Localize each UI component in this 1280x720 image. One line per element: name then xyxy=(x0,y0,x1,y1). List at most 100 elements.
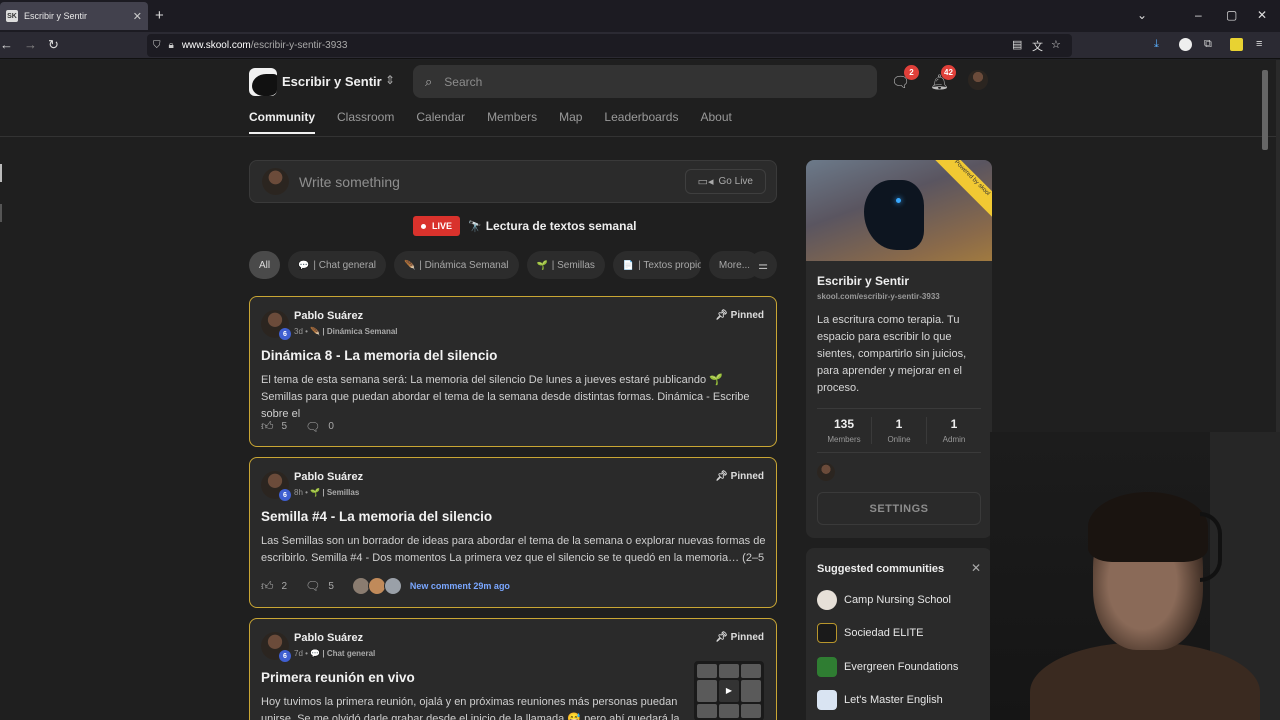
community-name[interactable]: Escribir y Sentir xyxy=(282,74,382,89)
settings-button[interactable]: SETTINGS xyxy=(817,492,981,525)
community-nav: Community Classroom Calendar Members Map… xyxy=(249,110,754,134)
browser-tab[interactable]: SK Escribir y Sentir ✕ xyxy=(0,2,148,30)
about-community-url[interactable]: skool.com/escribir-y-sentir-3933 xyxy=(817,292,940,301)
extension-clock-icon[interactable] xyxy=(1179,38,1192,51)
community-switcher-icon[interactable]: ⇕ xyxy=(385,73,395,87)
go-live-label: Go Live xyxy=(718,176,753,187)
post-card[interactable]: 6 Pablo Suárez 7d • 💬 | Chat general 📌︎ … xyxy=(249,618,777,720)
bookmark-star-icon[interactable]: ☆ xyxy=(1051,38,1061,51)
live-banner[interactable]: LIVE 🔭 Lectura de textos semanal xyxy=(413,216,636,236)
commenter-avatar[interactable] xyxy=(383,577,402,595)
post-title[interactable]: Primera reunión en vivo xyxy=(261,670,415,685)
translate-icon[interactable]: 文 xyxy=(1032,38,1043,54)
tab-about[interactable]: About xyxy=(700,110,731,134)
suggested-item[interactable]: Camp Nursing School xyxy=(817,590,951,610)
stat-online[interactable]: 1 Online xyxy=(872,417,927,444)
tab-community[interactable]: Community xyxy=(249,110,315,134)
powered-by-ribbon[interactable]: Powered by skool xyxy=(930,160,992,220)
reload-icon[interactable]: ↻ xyxy=(48,37,59,53)
url-host: www.skool.com xyxy=(181,40,251,51)
post-composer[interactable]: Write something ▭◂ Go Live xyxy=(249,160,777,203)
download-icon[interactable]: ⤓ xyxy=(1154,38,1159,51)
community-logo[interactable] xyxy=(249,68,277,96)
new-tab-icon[interactable]: + xyxy=(155,7,164,24)
pinned-text: Pinned xyxy=(730,471,764,482)
tab-calendar[interactable]: Calendar xyxy=(416,110,465,134)
webcam-overlay xyxy=(990,432,1280,720)
post-actions: 👍︎ 2 🗨︎ 5 New comment 29m ago xyxy=(261,577,510,595)
search-bar[interactable]: ⌕ xyxy=(413,65,877,98)
chip-semillas[interactable]: 🌱 | Semillas xyxy=(526,251,605,279)
like-count: 2 xyxy=(281,580,288,592)
chip-textos-propios[interactable]: 📄 | Textos propio xyxy=(612,251,701,279)
user-avatar[interactable] xyxy=(968,70,988,90)
suggested-item[interactable]: Sociedad ELITE xyxy=(817,623,924,643)
online-member-avatar[interactable] xyxy=(817,463,835,481)
webcam-person-hair xyxy=(1088,492,1208,562)
minimize-icon[interactable]: – xyxy=(1195,8,1202,22)
reader-mode-icon[interactable]: ▤ xyxy=(1012,38,1022,51)
menu-icon[interactable]: ≡ xyxy=(1256,38,1262,50)
post-author[interactable]: Pablo Suárez xyxy=(294,471,363,483)
speech-bubble-icon: 💬 xyxy=(298,259,310,270)
post-title[interactable]: Dinámica 8 - La memoria del silencio xyxy=(261,348,497,363)
post-author[interactable]: Pablo Suárez xyxy=(294,632,363,644)
extension-r-icon[interactable] xyxy=(1230,38,1243,51)
chip-chat-general[interactable]: 💬 | Chat general xyxy=(288,251,386,279)
post-category[interactable]: | Chat general xyxy=(322,649,375,658)
post-body: Las Semillas son un borrador de ideas pa… xyxy=(261,535,766,564)
chip-label: | Dinámica Semanal xyxy=(419,259,509,271)
post-card[interactable]: 6 Pablo Suárez 8h • 🌱 | Semillas 📌︎ Pinn… xyxy=(249,457,777,608)
post-video-thumbnail[interactable]: ▶ xyxy=(694,661,764,720)
stat-members[interactable]: 135 Members xyxy=(817,417,872,444)
chip-all[interactable]: All xyxy=(249,251,281,279)
tab-title: Escribir y Sentir xyxy=(24,11,88,21)
new-comment-label[interactable]: New comment 29m ago xyxy=(410,581,510,591)
suggested-item[interactable]: Evergreen Foundations xyxy=(817,657,958,677)
skool-favicon-icon: SK xyxy=(6,10,18,22)
comment-icon[interactable]: 🗨︎ xyxy=(305,420,320,434)
feather-icon: 🪶 xyxy=(310,327,321,336)
close-window-icon[interactable]: ✕ xyxy=(1257,8,1267,22)
restore-icon[interactable]: ▢ xyxy=(1226,8,1237,22)
post-card[interactable]: 6 Pablo Suárez 3d • 🪶 | Dinámica Semanal… xyxy=(249,296,777,447)
post-meta: 7d • 💬 | Chat general xyxy=(294,649,376,658)
tab-map[interactable]: Map xyxy=(559,110,582,134)
filter-settings-button[interactable]: ⚌ xyxy=(749,251,777,279)
scrollbar-thumb[interactable] xyxy=(1262,70,1268,150)
tab-members[interactable]: Members xyxy=(487,110,537,134)
like-icon[interactable]: 👍︎ xyxy=(261,419,274,434)
comment-icon[interactable]: 🗨︎ xyxy=(305,579,320,593)
suggested-name: Camp Nursing School xyxy=(844,594,951,606)
forward-icon[interactable]: → xyxy=(24,37,37,52)
post-author[interactable]: Pablo Suárez xyxy=(294,310,363,322)
community-stats: 135 Members 1 Online 1 Admin xyxy=(817,408,981,453)
shield-icon: ⛉ xyxy=(153,40,161,51)
tab-leaderboards[interactable]: Leaderboards xyxy=(604,110,678,134)
post-title[interactable]: Semilla #4 - La memoria del silencio xyxy=(261,509,492,524)
post-category[interactable]: | Dinámica Semanal xyxy=(322,327,397,336)
suggested-item[interactable]: Let's Master English xyxy=(817,690,943,710)
chip-dinamica-semanal[interactable]: 🪶 | Dinámica Semanal xyxy=(393,251,519,279)
search-input[interactable] xyxy=(444,74,845,89)
url-bar[interactable]: ⛉ 🔒︎ www.skool.com/escribir-y-sentir-393… xyxy=(147,34,1072,57)
go-live-button[interactable]: ▭◂ Go Live xyxy=(684,169,766,194)
comment-count: 5 xyxy=(328,580,334,592)
back-icon[interactable]: ← xyxy=(0,37,13,52)
composer-avatar xyxy=(262,168,289,195)
chip-label: All xyxy=(259,259,271,271)
community-icon xyxy=(817,623,837,643)
close-tab-icon[interactable]: ✕ xyxy=(133,10,142,23)
category-filters: All 💬 | Chat general 🪶 | Dinámica Semanal … xyxy=(249,251,768,279)
like-icon[interactable]: 👍︎ xyxy=(261,579,274,594)
suggested-name: Let's Master English xyxy=(844,694,943,706)
stat-admin[interactable]: 1 Admin xyxy=(927,417,981,444)
tab-classroom[interactable]: Classroom xyxy=(337,110,394,134)
extensions-icon[interactable]: ⧉ xyxy=(1204,38,1212,51)
chip-label: More... xyxy=(718,259,751,271)
post-category[interactable]: | Semillas xyxy=(322,488,359,497)
tab-list-icon[interactable]: ⌄ xyxy=(1137,8,1147,22)
close-icon[interactable]: ✕ xyxy=(971,561,981,575)
composer-placeholder: Write something xyxy=(299,173,400,190)
chip-label: | Chat general xyxy=(313,259,376,271)
